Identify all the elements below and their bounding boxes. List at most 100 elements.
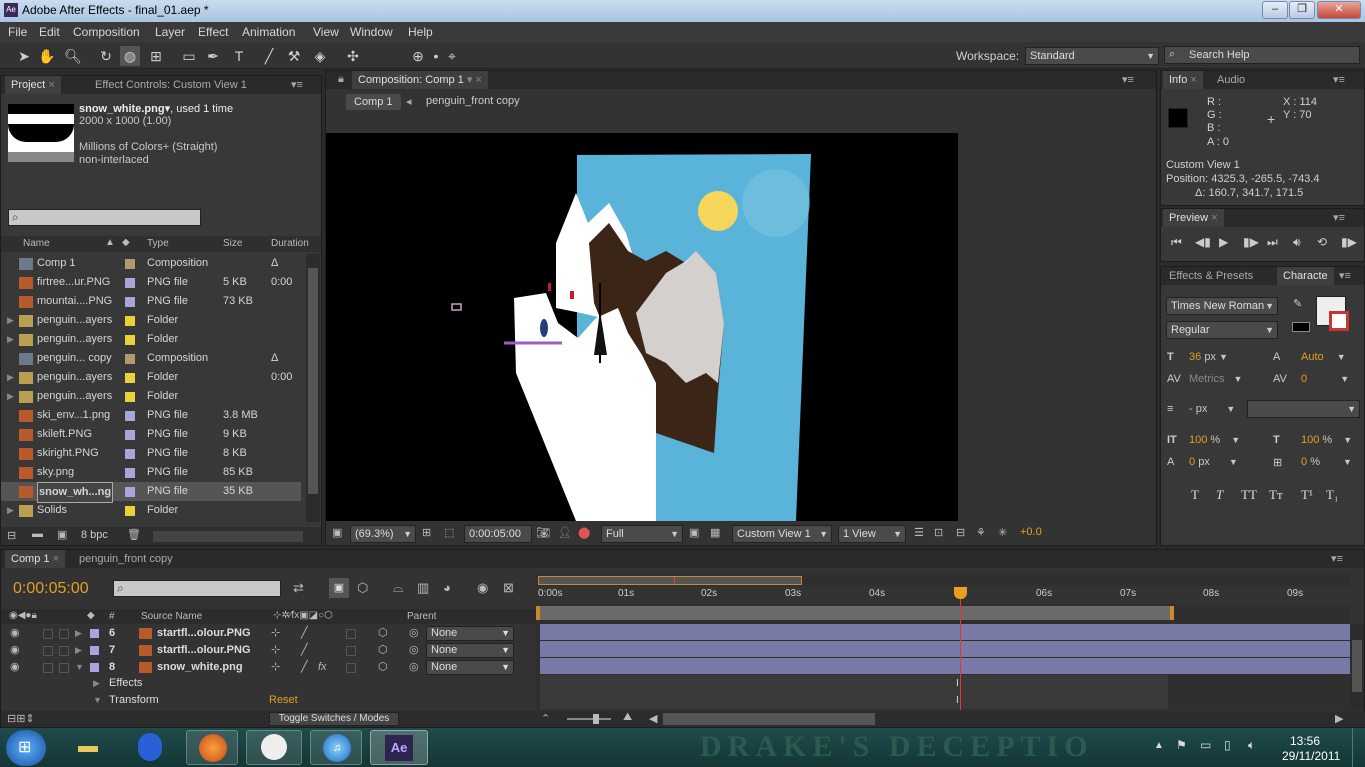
zoom-slider-handle[interactable] (593, 714, 599, 724)
view-select[interactable]: Custom View 1 ▼ (732, 525, 832, 543)
faux-italic-button[interactable]: T (1216, 487, 1223, 503)
fx-switch-icon[interactable]: fx (318, 659, 327, 676)
3d-layer-icon[interactable]: ⬡ (378, 625, 388, 642)
transparency-grid-icon[interactable]: ▦ (710, 526, 720, 539)
new-composition-icon[interactable]: ▣ (57, 528, 67, 541)
label-color-swatch[interactable] (125, 373, 135, 383)
eyedropper-icon[interactable]: ✎ (1293, 297, 1302, 310)
menu-animation[interactable]: Animation (242, 25, 295, 39)
last-frame-icon[interactable]: ⏭ (1267, 235, 1278, 250)
taskbar-user[interactable] (126, 730, 172, 765)
label-color-swatch[interactable] (125, 354, 135, 364)
tab-project[interactable]: Project × (5, 76, 61, 94)
taskbar-firefox[interactable] (186, 730, 238, 765)
label-color-swatch[interactable] (125, 392, 135, 402)
panel-menu-icon[interactable]: ▾≡ (1333, 73, 1345, 86)
time-ruler[interactable] (536, 586, 1350, 604)
tab-timeline-penguin[interactable]: penguin_front copy (73, 550, 179, 568)
help-search-input[interactable]: Search Help (1189, 49, 1250, 61)
scroll-right-icon[interactable]: ▶ (1335, 712, 1343, 725)
label-color-swatch[interactable] (90, 646, 99, 655)
flowchart-icon[interactable]: ⚘ (976, 526, 986, 539)
work-area-bar[interactable] (538, 606, 1174, 620)
layer-bar-6[interactable] (540, 624, 1350, 640)
layer-name[interactable]: snow_white.png (157, 659, 243, 676)
timeline-vertical-scrollbar[interactable] (1350, 624, 1364, 710)
draft-3d-icon[interactable]: ⬡ (357, 580, 368, 596)
previous-frame-icon[interactable]: ◀▮ (1195, 235, 1211, 249)
eye-icon[interactable]: ◉ (10, 625, 20, 642)
menu-effect[interactable]: Effect (198, 25, 228, 39)
new-folder-icon[interactable]: ▬ (32, 528, 43, 540)
project-item[interactable]: ▶ penguin...ayers Folder (1, 330, 301, 349)
stroke-style-select[interactable]: ▼ (1247, 400, 1360, 418)
eye-icon[interactable]: ◉ (10, 642, 20, 659)
twirl-icon[interactable]: ▶ (75, 642, 82, 659)
parent-select[interactable]: None ▼ (426, 660, 514, 675)
motion-blur-checkbox[interactable] (346, 629, 356, 639)
twirl-icon[interactable]: ▼ (75, 659, 84, 676)
subscript-button[interactable]: T₁ (1326, 487, 1338, 503)
font-family-select[interactable]: Times New Roman ▼ (1166, 297, 1278, 315)
font-size-field[interactable]: 36 px ▼ (1189, 351, 1228, 363)
label-color-swatch[interactable] (125, 468, 135, 478)
project-item[interactable]: penguin... copy Composition Δ 0:00 (1, 349, 301, 383)
motion-blur-checkbox[interactable] (346, 663, 356, 673)
project-item[interactable]: Comp 1 Composition Δ 0:00 (1, 254, 301, 288)
twirl-icon[interactable]: ▶ (7, 368, 14, 387)
project-item[interactable]: skileft.PNG PNG file 9 KB (1, 425, 301, 444)
timeline-layer-row[interactable]: ◉ ▼ 8 snow_white.png ⊹ ╱ fx ⬡ ◎ None ▼ (1, 659, 536, 676)
taskbar-after-effects[interactable]: Ae (370, 730, 428, 765)
comp-mini-flowchart-icon[interactable]: ⇄ (293, 580, 304, 596)
show-desktop-button[interactable] (1352, 728, 1365, 767)
layer-bar-7[interactable] (540, 641, 1350, 657)
selection-tool-icon[interactable]: ➤ (14, 46, 34, 66)
effects-group-label[interactable]: Effects (109, 677, 142, 689)
panel-menu-icon[interactable]: ▾≡ (1331, 552, 1343, 565)
solo-checkbox[interactable] (43, 646, 53, 656)
scroll-left-icon[interactable]: ◀ (649, 712, 657, 725)
motion-blur-checkbox[interactable] (346, 646, 356, 656)
shy-layers-icon[interactable]: ⌓ (393, 580, 403, 596)
stroke-color-swatch[interactable] (1329, 311, 1349, 331)
project-item[interactable]: mountai....PNG PNG file 73 KB (1, 292, 301, 311)
tab-effect-controls[interactable]: Effect Controls: Custom View 1 (89, 76, 253, 94)
label-color-swatch[interactable] (125, 449, 135, 459)
region-of-interest-icon[interactable]: ⬚ (444, 526, 454, 539)
timeline-scroll-thumb[interactable] (663, 713, 875, 725)
menu-edit[interactable]: Edit (39, 25, 60, 39)
vertical-scale-field[interactable]: 100 % ▼ (1189, 434, 1240, 446)
label-color-swatch[interactable] (125, 278, 135, 288)
taskbar-itunes[interactable]: ♫ (310, 730, 362, 765)
shy-switch-icon[interactable]: ⊹ (271, 659, 280, 676)
workspace-select[interactable]: Standard ▼ (1025, 47, 1159, 65)
twirl-icon[interactable]: ▶ (75, 625, 82, 642)
composition-viewer[interactable] (326, 126, 958, 521)
zoom-slider[interactable] (567, 718, 611, 720)
timeline-layer-row[interactable]: ◉ ▶ 7 startfl...olour.PNG ⊹ ╱ ⬡ ◎ None ▼ (1, 642, 536, 659)
rectangle-tool-icon[interactable]: ▭ (179, 46, 199, 66)
kerning-field[interactable]: Metrics ▼ (1189, 373, 1242, 385)
leading-field[interactable]: Auto ▼ (1301, 351, 1346, 363)
camera-orbit-tool-icon[interactable]: ◍ (120, 46, 140, 66)
ram-preview-icon[interactable]: ▮▶ (1341, 235, 1357, 249)
twirl-icon[interactable]: ▶ (7, 311, 14, 330)
tab-timeline-comp1[interactable]: Comp 1 × (5, 550, 66, 568)
label-color-swatch[interactable] (125, 430, 135, 440)
exposure-value[interactable]: +0.0 (1020, 526, 1042, 538)
menu-view[interactable]: View (313, 25, 339, 39)
lock-icon[interactable]: 🔒︎ (338, 73, 344, 86)
stroke-width-field[interactable]: ‑ px ▼ (1189, 403, 1235, 415)
pen-tool-icon[interactable]: ✒ (203, 46, 223, 66)
shy-switch-icon[interactable]: ⊹ (271, 642, 280, 659)
parent-select[interactable]: None ▼ (426, 626, 514, 641)
clock-date[interactable]: 29/11/2011 (1282, 749, 1340, 763)
faux-bold-button[interactable]: T (1191, 487, 1199, 503)
col-duration[interactable]: Duration (271, 238, 309, 249)
hand-tool-icon[interactable]: ✋ (37, 46, 57, 66)
zoom-out-icon[interactable]: ⌃ (541, 712, 550, 725)
panel-menu-icon[interactable]: ▾≡ (1339, 269, 1351, 282)
eraser-tool-icon[interactable]: ◈ (310, 46, 330, 66)
work-area-start-handle[interactable] (536, 606, 540, 620)
brush-tool-icon[interactable]: ╱ (259, 46, 279, 66)
